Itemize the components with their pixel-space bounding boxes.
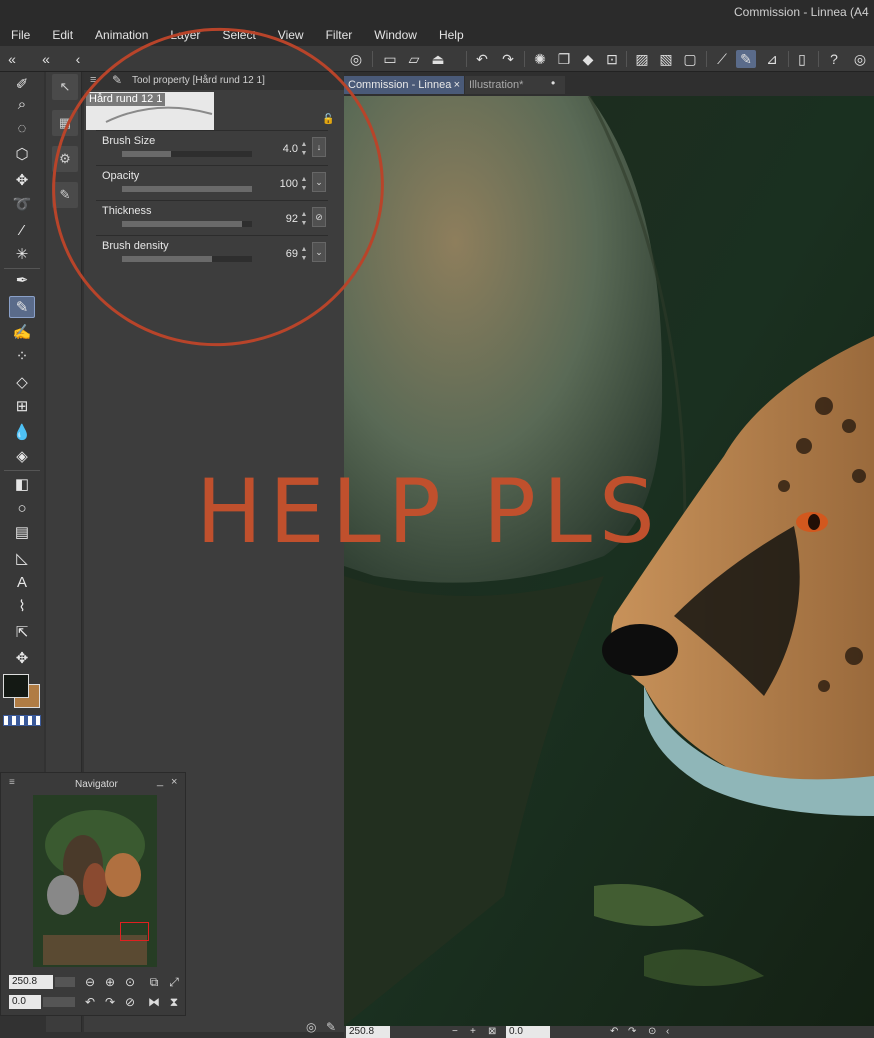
- tab-illustration[interactable]: Illustration*: [465, 76, 565, 94]
- selection-icon[interactable]: ▢: [680, 50, 700, 68]
- snap-icon[interactable]: ⟋: [712, 50, 732, 68]
- new-file-icon[interactable]: ▭: [380, 50, 400, 68]
- flip-horizontal-icon[interactable]: ⧓: [147, 995, 161, 1009]
- close-icon[interactable]: ×: [454, 76, 460, 94]
- correct-line-icon[interactable]: ⇱: [9, 622, 35, 644]
- save-icon[interactable]: ⏏: [428, 50, 448, 68]
- snap-brush-icon[interactable]: ✎: [736, 50, 756, 68]
- zoom-out-icon[interactable]: ⊖: [83, 975, 97, 989]
- loading-icon[interactable]: ✺: [530, 50, 550, 68]
- menu-window[interactable]: Window: [363, 24, 428, 46]
- rotate-right-icon[interactable]: ↷: [628, 1026, 636, 1038]
- chevron-left-icon[interactable]: ‹: [68, 50, 88, 68]
- undo-icon[interactable]: ↶: [472, 50, 492, 68]
- magic-wand-icon[interactable]: ✳: [9, 244, 35, 266]
- status-zoom[interactable]: 250.8: [346, 1026, 390, 1038]
- pen-icon[interactable]: ✒: [9, 270, 35, 292]
- status-rotation[interactable]: 0.0: [506, 1026, 550, 1038]
- tab-commission[interactable]: Commission - Linnea ×: [344, 76, 464, 94]
- selection-icon[interactable]: ▨: [632, 50, 652, 68]
- transform-icon[interactable]: ⊡: [602, 50, 622, 68]
- canvas-tab-bar: Commission - Linnea × Illustration* •: [344, 72, 874, 96]
- cursor-icon[interactable]: ↖: [52, 74, 78, 100]
- tab-label: Commission - Linnea: [348, 79, 452, 91]
- zoom-in-icon[interactable]: ⊕: [103, 975, 117, 989]
- transparent-color-icon[interactable]: [3, 715, 41, 726]
- window-title: Commission - Linnea (A4: [734, 5, 869, 19]
- minimize-icon[interactable]: _: [157, 775, 163, 787]
- snap-ruler-icon[interactable]: ⊿: [762, 50, 782, 68]
- airbrush-icon[interactable]: ⁘: [9, 346, 35, 368]
- unsaved-dot-icon: •: [551, 76, 556, 90]
- tab-label: Illustration*: [469, 79, 524, 91]
- zoom-slider[interactable]: [55, 977, 75, 987]
- smartphone-icon[interactable]: ▯: [792, 50, 812, 68]
- menu-edit[interactable]: Edit: [41, 24, 84, 46]
- reset-rotation-icon[interactable]: ⊘: [123, 995, 137, 1009]
- zoom-in-icon[interactable]: +: [470, 1026, 476, 1038]
- more-icon[interactable]: ◎: [850, 50, 870, 68]
- eyedropper-icon[interactable]: ⁄: [9, 220, 35, 242]
- brush-tool-icon[interactable]: ✐: [9, 74, 35, 96]
- decoration-icon[interactable]: ⊞: [9, 396, 35, 418]
- move-icon[interactable]: ✥: [9, 170, 35, 192]
- zoom-icon[interactable]: ⌕: [9, 94, 35, 116]
- lasso-icon[interactable]: ➰: [9, 194, 35, 216]
- menu-filter[interactable]: Filter: [315, 24, 364, 46]
- navigator-panel: ≡ Navigator _ × 250.8 ⊖ ⊕ ⊙ ⧉ ⤢ 0.0 ↶ ↷ …: [0, 772, 186, 1016]
- frame-icon[interactable]: ▤: [9, 522, 35, 544]
- zoom-out-icon[interactable]: −: [452, 1026, 458, 1038]
- title-bar: Commission - Linnea (A4: [0, 0, 874, 24]
- rotation-input[interactable]: 0.0: [9, 995, 41, 1009]
- fit-window-icon[interactable]: ⤢: [167, 975, 181, 989]
- close-icon[interactable]: ×: [171, 776, 177, 788]
- tool-palette: ✐ ⌕ ◌ ⬡ ✥ ➰ ⁄ ✳ ✒ ✎ ✍ ⁘ ◇ ⊞ 💧 ◈ ◧ ○ ▤ ◺ …: [0, 72, 44, 772]
- reset-rotation-icon[interactable]: ⊙: [648, 1026, 656, 1038]
- pencil-icon[interactable]: ✎: [9, 296, 35, 318]
- main-color-swatch[interactable]: [3, 674, 29, 698]
- navigator-title: Navigator: [75, 779, 118, 790]
- open-folder-icon[interactable]: ▱: [404, 50, 424, 68]
- brush-icon[interactable]: ✍: [9, 322, 35, 344]
- panel-collapse-icon[interactable]: «: [2, 50, 22, 68]
- layer-icon[interactable]: ❐: [554, 50, 574, 68]
- gradient-icon[interactable]: ◧: [9, 474, 35, 496]
- fill-icon[interactable]: ◆: [578, 50, 598, 68]
- fit-icon[interactable]: ⊠: [488, 1026, 496, 1038]
- selection-icon[interactable]: ▧: [656, 50, 676, 68]
- blend-icon[interactable]: 💧: [9, 422, 35, 444]
- rotation-slider[interactable]: [43, 997, 75, 1007]
- navigator-thumbnail[interactable]: [33, 795, 157, 967]
- menu-file[interactable]: File: [0, 24, 41, 46]
- pattern-icon[interactable]: ✥: [9, 648, 35, 670]
- object-icon[interactable]: ⬡: [9, 144, 35, 166]
- panel-collapse-icon[interactable]: «: [36, 50, 56, 68]
- help-icon[interactable]: ?: [824, 50, 844, 68]
- status-bar: 250.8 − + ⊠ 0.0 ↶ ↷ ⊙ ‹: [344, 1026, 874, 1038]
- settings-icon[interactable]: ◎: [306, 1020, 316, 1034]
- zoom-100-icon[interactable]: ⊙: [123, 975, 137, 989]
- fit-icon[interactable]: ⧉: [147, 975, 161, 989]
- rotate-right-icon[interactable]: ↷: [103, 995, 117, 1009]
- rotate-left-icon[interactable]: ↶: [610, 1026, 618, 1038]
- redo-icon[interactable]: ↷: [498, 50, 518, 68]
- balloon-icon[interactable]: ⌇: [9, 596, 35, 618]
- menu-bar: File Edit Animation Layer Select View Fi…: [0, 24, 874, 46]
- fill-icon[interactable]: ◈: [9, 446, 35, 468]
- panel-menu-icon[interactable]: ≡: [9, 777, 15, 788]
- tool-icon[interactable]: ✎: [326, 1020, 336, 1034]
- navigator-view-rect[interactable]: [120, 922, 149, 941]
- eraser-icon[interactable]: ◇: [9, 372, 35, 394]
- menu-help[interactable]: Help: [428, 24, 475, 46]
- chevron-left-icon[interactable]: ‹: [666, 1026, 669, 1038]
- flip-vertical-icon[interactable]: ⧗: [167, 995, 181, 1009]
- rotate-left-icon[interactable]: ↶: [83, 995, 97, 1009]
- spiral-logo-icon[interactable]: ◎: [346, 50, 366, 68]
- text-icon[interactable]: A: [9, 572, 35, 594]
- figure-icon[interactable]: ○: [9, 498, 35, 520]
- zoom-input[interactable]: 250.8: [9, 975, 53, 989]
- rotate-icon[interactable]: ◌: [9, 118, 35, 140]
- ruler-icon[interactable]: ◺: [9, 548, 35, 570]
- help-overlay-text: HELP PLS: [196, 460, 662, 563]
